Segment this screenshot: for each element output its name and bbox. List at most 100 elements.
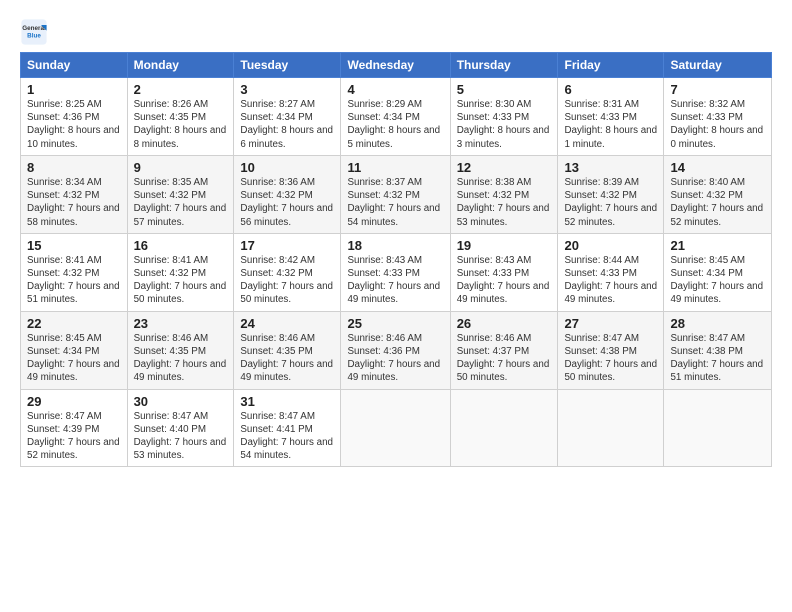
calendar-cell: 17 Sunrise: 8:42 AMSunset: 4:32 PMDayligh… [234,233,341,311]
calendar-cell: 14 Sunrise: 8:40 AMSunset: 4:32 PMDayligh… [664,155,772,233]
calendar-cell [341,389,450,467]
day-info: Sunrise: 8:45 AMSunset: 4:34 PMDaylight:… [27,333,120,384]
day-header-friday: Friday [558,53,664,78]
day-header-wednesday: Wednesday [341,53,450,78]
calendar-cell: 7 Sunrise: 8:32 AMSunset: 4:33 PMDaylight… [664,78,772,156]
day-number: 23 [134,316,228,331]
day-header-thursday: Thursday [450,53,558,78]
calendar-cell: 6 Sunrise: 8:31 AMSunset: 4:33 PMDaylight… [558,78,664,156]
day-info: Sunrise: 8:46 AMSunset: 4:37 PMDaylight:… [457,333,550,384]
day-number: 9 [134,160,228,175]
day-number: 1 [27,82,121,97]
calendar-cell: 4 Sunrise: 8:29 AMSunset: 4:34 PMDaylight… [341,78,450,156]
calendar-cell [558,389,664,467]
calendar-cell: 22 Sunrise: 8:45 AMSunset: 4:34 PMDayligh… [21,311,128,389]
day-info: Sunrise: 8:29 AMSunset: 4:34 PMDaylight:… [347,99,440,150]
day-info: Sunrise: 8:46 AMSunset: 4:35 PMDaylight:… [134,333,227,384]
logo-icon: General Blue [20,18,48,46]
calendar-cell: 2 Sunrise: 8:26 AMSunset: 4:35 PMDaylight… [127,78,234,156]
day-number: 20 [564,238,657,253]
day-header-saturday: Saturday [664,53,772,78]
day-info: Sunrise: 8:43 AMSunset: 4:33 PMDaylight:… [347,255,440,306]
calendar-cell: 9 Sunrise: 8:35 AMSunset: 4:32 PMDaylight… [127,155,234,233]
day-info: Sunrise: 8:30 AMSunset: 4:33 PMDaylight:… [457,99,550,150]
calendar-cell: 1Sunrise: 8:25 AMSunset: 4:36 PMDaylight… [21,78,128,156]
day-number: 4 [347,82,443,97]
day-info: Sunrise: 8:43 AMSunset: 4:33 PMDaylight:… [457,255,550,306]
logo: General Blue [20,18,48,46]
week-row-4: 22 Sunrise: 8:45 AMSunset: 4:34 PMDayligh… [21,311,772,389]
day-info: Sunrise: 8:31 AMSunset: 4:33 PMDaylight:… [564,99,657,150]
day-number: 19 [457,238,552,253]
day-number: 22 [27,316,121,331]
day-info: Sunrise: 8:47 AMSunset: 4:40 PMDaylight:… [134,411,227,462]
day-number: 15 [27,238,121,253]
day-number: 14 [670,160,765,175]
day-number: 26 [457,316,552,331]
day-header-tuesday: Tuesday [234,53,341,78]
day-info: Sunrise: 8:47 AMSunset: 4:39 PMDaylight:… [27,411,120,462]
day-number: 8 [27,160,121,175]
day-number: 18 [347,238,443,253]
day-number: 17 [240,238,334,253]
calendar-cell: 16 Sunrise: 8:41 AMSunset: 4:32 PMDayligh… [127,233,234,311]
day-number: 28 [670,316,765,331]
calendar-cell: 15 Sunrise: 8:41 AMSunset: 4:32 PMDayligh… [21,233,128,311]
calendar-cell: 25Sunrise: 8:46 AMSunset: 4:36 PMDayligh… [341,311,450,389]
calendar-cell: 10 Sunrise: 8:36 AMSunset: 4:32 PMDayligh… [234,155,341,233]
day-header-monday: Monday [127,53,234,78]
calendar-cell: 18 Sunrise: 8:43 AMSunset: 4:33 PMDayligh… [341,233,450,311]
day-number: 25 [347,316,443,331]
calendar-cell: 27Sunrise: 8:47 AMSunset: 4:38 PMDayligh… [558,311,664,389]
day-info: Sunrise: 8:27 AMSunset: 4:34 PMDaylight:… [240,99,333,150]
day-number: 3 [240,82,334,97]
day-info: Sunrise: 8:47 AMSunset: 4:38 PMDaylight:… [670,333,763,384]
day-info: Sunrise: 8:42 AMSunset: 4:32 PMDaylight:… [240,255,333,306]
day-number: 2 [134,82,228,97]
calendar-table: SundayMondayTuesdayWednesdayThursdayFrid… [20,52,772,467]
calendar-cell: 13Sunrise: 8:39 AMSunset: 4:32 PMDayligh… [558,155,664,233]
day-info: Sunrise: 8:41 AMSunset: 4:32 PMDaylight:… [134,255,227,306]
day-number: 11 [347,160,443,175]
day-info: Sunrise: 8:47 AMSunset: 4:41 PMDaylight:… [240,411,333,462]
calendar-cell: 11 Sunrise: 8:37 AMSunset: 4:32 PMDayligh… [341,155,450,233]
day-info: Sunrise: 8:45 AMSunset: 4:34 PMDaylight:… [670,255,763,306]
day-info: Sunrise: 8:46 AMSunset: 4:35 PMDaylight:… [240,333,333,384]
day-info: Sunrise: 8:39 AMSunset: 4:32 PMDaylight:… [564,177,657,228]
week-row-3: 15 Sunrise: 8:41 AMSunset: 4:32 PMDayligh… [21,233,772,311]
calendar-cell: 30 Sunrise: 8:47 AMSunset: 4:40 PMDayligh… [127,389,234,467]
day-number: 29 [27,394,121,409]
day-header-sunday: Sunday [21,53,128,78]
day-info: Sunrise: 8:40 AMSunset: 4:32 PMDaylight:… [670,177,763,228]
day-info: Sunrise: 8:37 AMSunset: 4:32 PMDaylight:… [347,177,440,228]
calendar-cell: 5Sunrise: 8:30 AMSunset: 4:33 PMDaylight… [450,78,558,156]
day-info: Sunrise: 8:26 AMSunset: 4:35 PMDaylight:… [134,99,227,150]
day-info: Sunrise: 8:38 AMSunset: 4:32 PMDaylight:… [457,177,550,228]
day-info: Sunrise: 8:36 AMSunset: 4:32 PMDaylight:… [240,177,333,228]
calendar-cell: 28 Sunrise: 8:47 AMSunset: 4:38 PMDayligh… [664,311,772,389]
calendar-cell: 29 Sunrise: 8:47 AMSunset: 4:39 PMDayligh… [21,389,128,467]
day-number: 31 [240,394,334,409]
calendar-cell: 3 Sunrise: 8:27 AMSunset: 4:34 PMDaylight… [234,78,341,156]
week-row-5: 29 Sunrise: 8:47 AMSunset: 4:39 PMDayligh… [21,389,772,467]
calendar-cell [664,389,772,467]
day-number: 21 [670,238,765,253]
svg-text:Blue: Blue [27,33,41,40]
week-row-1: 1Sunrise: 8:25 AMSunset: 4:36 PMDaylight… [21,78,772,156]
day-number: 24 [240,316,334,331]
day-number: 7 [670,82,765,97]
days-header-row: SundayMondayTuesdayWednesdayThursdayFrid… [21,53,772,78]
calendar-cell: 19 Sunrise: 8:43 AMSunset: 4:33 PMDayligh… [450,233,558,311]
day-number: 16 [134,238,228,253]
calendar-cell: 12Sunrise: 8:38 AMSunset: 4:32 PMDayligh… [450,155,558,233]
day-number: 30 [134,394,228,409]
day-number: 6 [564,82,657,97]
day-info: Sunrise: 8:32 AMSunset: 4:33 PMDaylight:… [670,99,763,150]
header: General Blue [20,18,772,46]
day-info: Sunrise: 8:41 AMSunset: 4:32 PMDaylight:… [27,255,120,306]
day-number: 27 [564,316,657,331]
day-number: 10 [240,160,334,175]
day-info: Sunrise: 8:35 AMSunset: 4:32 PMDaylight:… [134,177,227,228]
day-info: Sunrise: 8:34 AMSunset: 4:32 PMDaylight:… [27,177,120,228]
calendar-cell: 20Sunrise: 8:44 AMSunset: 4:33 PMDayligh… [558,233,664,311]
